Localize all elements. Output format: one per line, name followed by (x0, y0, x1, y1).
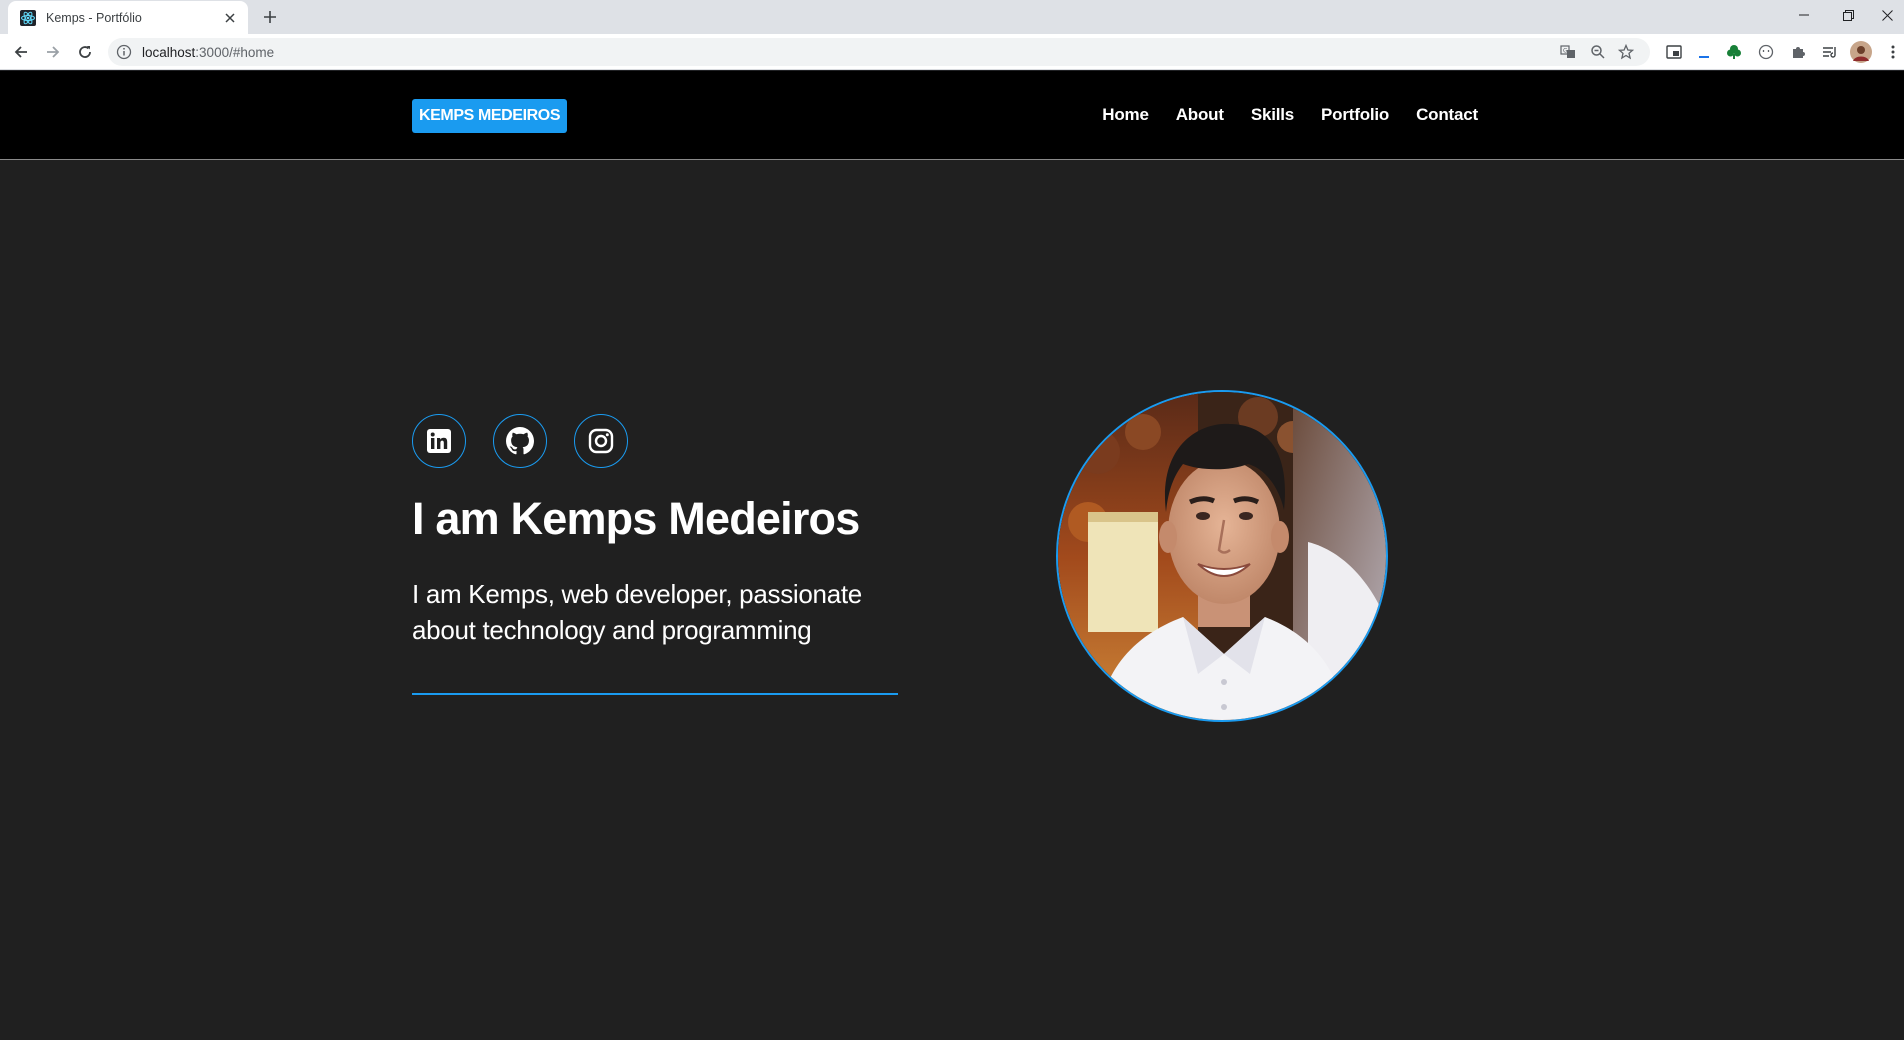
minimize-icon[interactable] (1782, 0, 1826, 30)
close-icon[interactable] (222, 10, 238, 26)
puzzle-icon[interactable] (1787, 41, 1809, 63)
forward-arrow-icon[interactable] (41, 40, 65, 64)
svg-text:G: G (1563, 48, 1568, 55)
window-close-icon[interactable] (1870, 0, 1904, 30)
social-links (412, 414, 628, 468)
browser-toolbar: localhost:3000/#home G (0, 34, 1904, 70)
site-navbar: KEMPS MEDEIROS Home About Skills Portfol… (0, 71, 1904, 160)
extension-icon[interactable] (1693, 41, 1715, 63)
reading-list-icon[interactable] (1819, 41, 1841, 63)
translate-icon[interactable]: G (1558, 42, 1578, 62)
nav-link-contact[interactable]: Contact (1416, 105, 1478, 125)
plus-icon[interactable] (258, 5, 282, 29)
nav-links: Home About Skills Portfolio Contact (1102, 105, 1478, 125)
address-bar[interactable]: localhost:3000/#home G (108, 38, 1650, 66)
url-path: :3000/#home (195, 45, 275, 60)
nav-link-skills[interactable]: Skills (1251, 105, 1294, 125)
tree-icon[interactable] (1723, 41, 1745, 63)
page-viewport: KEMPS MEDEIROS Home About Skills Portfol… (0, 71, 1904, 1040)
hero-subtitle: I am Kemps, web developer, passionate ab… (412, 579, 862, 645)
reload-icon[interactable] (73, 40, 97, 64)
tab-title: Kemps - Portfólio (46, 10, 142, 25)
face-icon[interactable] (1755, 41, 1777, 63)
browser-tabstrip: Kemps - Portfólio (0, 0, 1904, 34)
github-icon[interactable] (493, 414, 547, 468)
site-logo[interactable]: KEMPS MEDEIROS (412, 99, 568, 133)
url-host: localhost (142, 45, 196, 60)
browser-tab[interactable]: Kemps - Portfólio (8, 1, 248, 34)
nav-link-home[interactable]: Home (1102, 105, 1149, 125)
zoom-icon[interactable] (1588, 42, 1608, 62)
nav-link-portfolio[interactable]: Portfolio (1321, 105, 1389, 125)
restore-icon[interactable] (1826, 0, 1870, 30)
info-icon[interactable] (116, 44, 132, 60)
react-favicon (20, 9, 36, 26)
media-icon[interactable] (1663, 41, 1685, 63)
linkedin-icon[interactable] (412, 414, 466, 468)
kebab-menu-icon[interactable] (1886, 41, 1900, 63)
url-text: localhost:3000/#home (142, 45, 274, 60)
hero-divider (412, 693, 898, 695)
nav-link-about[interactable]: About (1176, 105, 1224, 125)
profile-photo (1056, 390, 1388, 722)
instagram-icon[interactable] (574, 414, 628, 468)
hero-title: I am Kemps Medeiros (412, 493, 860, 544)
profile-avatar[interactable] (1850, 41, 1872, 63)
back-arrow-icon[interactable] (9, 40, 33, 64)
star-icon[interactable] (1616, 42, 1636, 62)
